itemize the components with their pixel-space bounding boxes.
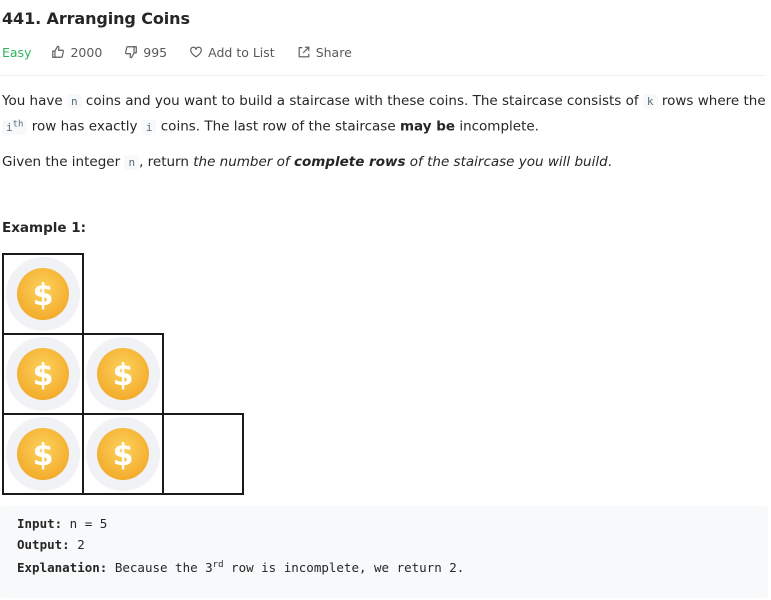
dollar-symbol: $ — [33, 278, 54, 313]
dislikes-count: 995 — [143, 44, 168, 60]
difficulty-badge: Easy — [2, 44, 32, 60]
share-button[interactable]: Share — [297, 45, 352, 60]
share-label: Share — [315, 44, 352, 60]
add-to-list-button[interactable]: Add to List — [189, 45, 275, 60]
staircase-illustration: $ $ $ $ $ — [2, 253, 244, 495]
thumbs-down-icon — [125, 46, 138, 59]
description-paragraph-1: You have n coins and you want to build a… — [2, 93, 766, 135]
coin-cell-r2c2: $ — [82, 333, 164, 415]
problem-description: You have n coins and you want to build a… — [2, 90, 766, 174]
example-explanation-line: Explanation: Because the 3rd row is inco… — [17, 560, 465, 576]
empty-cell-r3c3 — [162, 413, 244, 495]
dollar-symbol: $ — [33, 438, 54, 473]
share-icon — [298, 46, 310, 58]
thumbs-up-icon — [52, 45, 65, 58]
coin-cell-r1c1: $ — [2, 253, 84, 335]
inline-code-i: ith — [2, 119, 28, 135]
inline-code-k: k — [642, 94, 658, 109]
inline-code-n: n — [66, 94, 82, 109]
dollar-symbol: $ — [113, 438, 134, 473]
heart-icon — [190, 46, 202, 58]
dollar-symbol: $ — [33, 358, 54, 393]
example-input-line: Input: n = 5 — [17, 516, 108, 531]
header-divider — [0, 75, 765, 76]
coin-cell-r2c1: $ — [2, 333, 84, 415]
description-paragraph-2: Given the integer n, return the number o… — [2, 153, 612, 170]
add-to-list-label: Add to List — [208, 44, 275, 60]
like-button[interactable]: 2000 — [51, 45, 102, 60]
coin-cell-r3c2: $ — [82, 413, 164, 495]
problem-title: 441. Arranging Coins — [2, 9, 190, 28]
dollar-symbol: $ — [113, 358, 134, 393]
emphasis-may-be: may be — [399, 118, 456, 135]
likes-count: 2000 — [70, 44, 103, 60]
problem-meta-bar: Easy 2000 995 Add to List Share — [2, 43, 374, 61]
emphasis-complete-rows: complete rows — [293, 153, 406, 170]
example-title: Example 1: — [2, 220, 87, 236]
inline-code-n-2: n — [124, 154, 140, 170]
coin-cell-r3c1: $ — [2, 413, 84, 495]
dislike-button[interactable]: 995 — [124, 45, 167, 60]
inline-code-i2: i — [141, 119, 157, 135]
example-output-line: Output: 2 — [17, 536, 85, 552]
example-code-block: Input: n = 5 Output: 2 Explanation: Beca… — [0, 506, 768, 598]
